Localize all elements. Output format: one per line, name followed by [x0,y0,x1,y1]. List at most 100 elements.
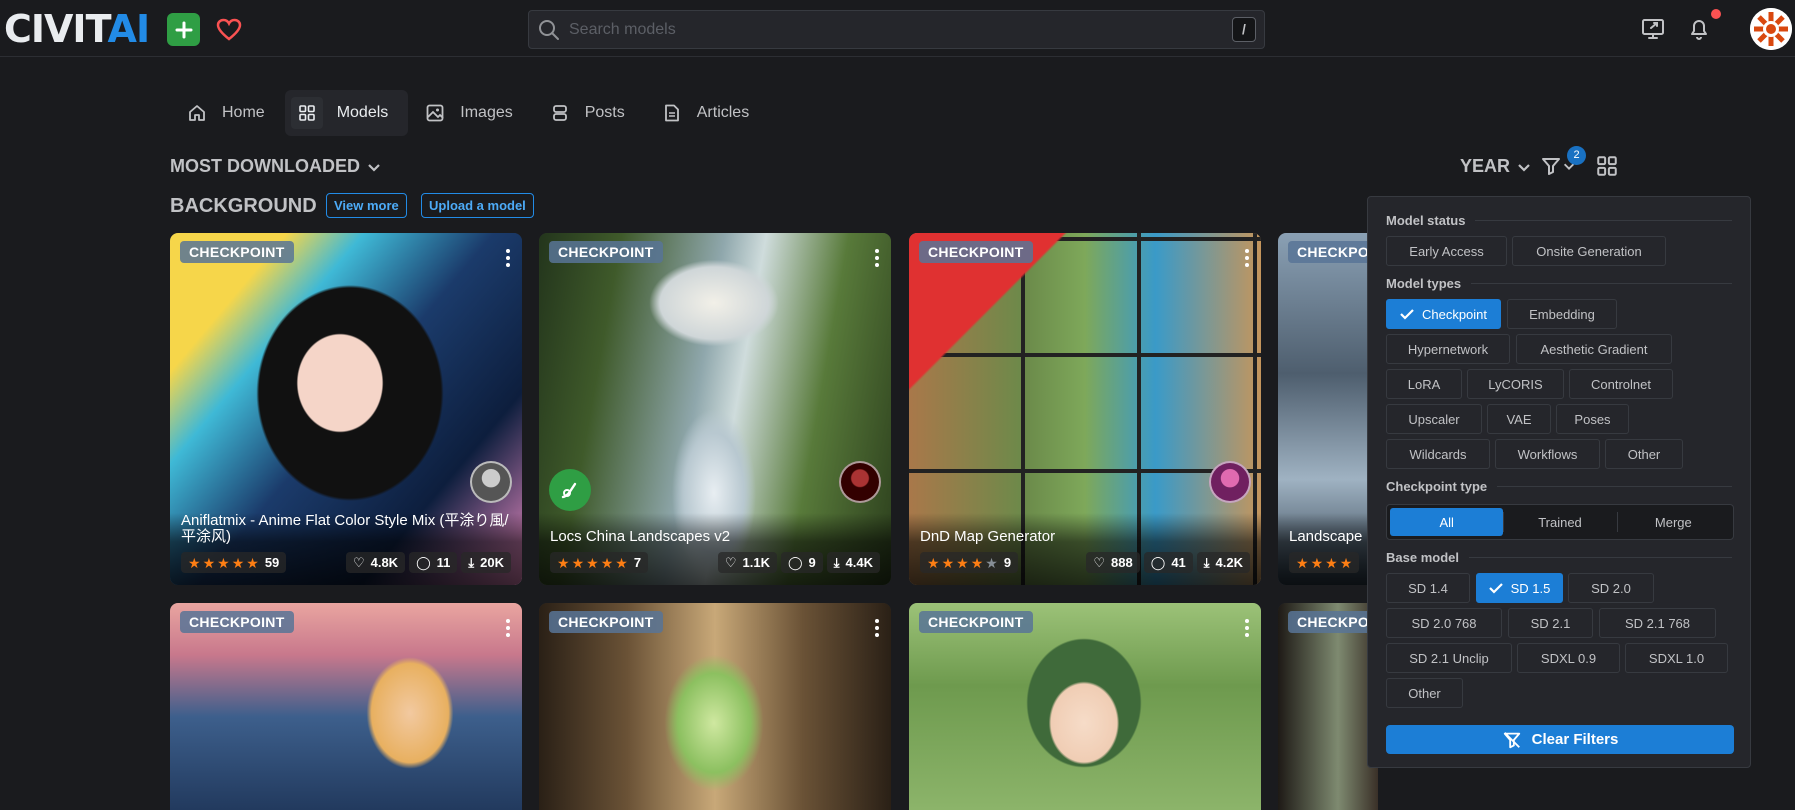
brush-icon [561,482,577,499]
civitai-logo[interactable]: CIVITAI [4,10,150,48]
comment-icon: ◯ [416,554,431,570]
chip-wildcards[interactable]: Wildcards [1386,439,1490,469]
model-title: Landscape [1289,528,1363,545]
filter-count-badge: 2 [1567,146,1586,165]
creator-avatar[interactable] [839,461,881,503]
creator-avatar[interactable] [470,461,512,503]
model-card[interactable]: CHECKPO Landscape ★ ★ ★ ★ [1278,233,1378,585]
chip-sdxl-1-0[interactable]: SDXL 1.0 [1625,643,1728,673]
create-button[interactable] [167,13,200,46]
upload-model-button[interactable]: Upload a model [421,193,534,218]
chip-upscaler[interactable]: Upscaler [1386,404,1482,434]
rating-box: ★ ★ ★ ★ ★ 7 [550,552,649,573]
model-thumbnail [909,603,1261,810]
chip-hypernetwork[interactable]: Hypernetwork [1386,334,1510,364]
chip-sd-2-1[interactable]: SD 2.1 [1508,608,1593,638]
chip-embedding[interactable]: Embedding [1507,299,1617,329]
comments-count: ◯ 41 [1143,552,1193,573]
segment-trained[interactable]: Trained [1503,508,1616,536]
card-footer [909,513,1261,585]
search-input[interactable] [569,11,1209,48]
likes-count: ♡ 4.8K [345,552,406,573]
model-title: Locs China Landscapes v2 [550,528,731,545]
model-type-badge: CHECKPOINT [180,241,294,263]
chip-vae[interactable]: VAE [1487,404,1551,434]
segment-merge[interactable]: Merge [1616,508,1730,536]
model-title: Aniflatmix - Anime Flat Color Style Mix … [181,512,509,545]
model-status-section: Model status [1386,213,1732,228]
view-more-button[interactable]: View more [326,193,407,218]
sort-dropdown[interactable]: MOST DOWNLOADED [170,156,382,177]
model-stats: ★ ★ ★ ★ ★ 59 ♡ 4.8K ◯ 11 ⤓ 20K [181,552,511,573]
chip-controlnet[interactable]: Controlnet [1569,369,1673,399]
period-dropdown[interactable]: YEAR [1460,156,1532,177]
chip-workflows[interactable]: Workflows [1495,439,1600,469]
chip-poses[interactable]: Poses [1556,404,1629,434]
more-options-icon[interactable] [875,249,879,267]
comment-icon: ◯ [787,554,803,570]
tab-models[interactable]: Models [284,90,409,136]
star-rating: ★ ★ ★ ★ ★ [188,554,259,571]
more-options-icon[interactable] [1245,249,1249,267]
chip-sd-2-1-768[interactable]: SD 2.1 768 [1599,608,1716,638]
segment-all[interactable]: All [1390,508,1504,536]
bell-icon [1691,20,1707,40]
rating-box: ★ ★ ★ ★ [1289,552,1360,573]
more-options-icon[interactable] [506,619,510,637]
user-avatar[interactable] [1750,8,1792,50]
model-card[interactable]: CHECKPOINT [909,603,1261,810]
model-card[interactable]: CHECKPOINT [170,603,522,810]
chip-other-type[interactable]: Other [1605,439,1683,469]
model-type-badge: CHECKPO [1288,611,1378,633]
rating-box: ★ ★ ★ ★ ★ 9 [920,552,1019,573]
tab-articles[interactable]: Articles [645,90,769,136]
model-type-badge: CHECKPO [1288,241,1378,263]
chip-sdxl-0-9[interactable]: SDXL 0.9 [1517,643,1620,673]
chip-sd-1-4[interactable]: SD 1.4 [1386,573,1470,603]
plus-icon [175,21,192,38]
chip-other-base[interactable]: Other [1386,678,1463,708]
more-options-icon[interactable] [1245,619,1249,637]
chip-early-access[interactable]: Early Access [1386,236,1507,266]
model-thumbnail [170,603,522,810]
filter-icon [1542,158,1560,175]
support-button[interactable] [212,13,245,46]
chip-lycoris[interactable]: LyCORIS [1467,369,1564,399]
grid-icon [290,97,323,129]
cast-button[interactable] [1638,13,1670,45]
search-bar[interactable]: / [528,10,1265,49]
grid-icon [1597,156,1617,176]
tab-images[interactable]: Images [408,90,532,136]
model-type-badge: CHECKPOINT [549,611,663,633]
notifications-button[interactable] [1683,13,1715,45]
chip-sd-2-0-768[interactable]: SD 2.0 768 [1386,608,1502,638]
model-card[interactable]: CHECKPOINT DnD Map Generator ★ ★ ★ ★ ★ 9 ♡ 88… [909,233,1261,585]
checkpoint-type-section: Checkpoint type [1386,479,1732,494]
layout-toggle-button[interactable] [1597,156,1617,181]
model-card[interactable]: CHECKPOINT Aniflatmix - Anime Flat Color… [170,233,522,585]
chip-sd-2-0[interactable]: SD 2.0 [1568,573,1654,603]
more-options-icon[interactable] [875,619,879,637]
model-card[interactable]: CHECKPOINT [539,603,891,810]
model-thumbnail [539,603,891,810]
chip-sd-1-5[interactable]: SD 1.5 [1476,573,1563,603]
chip-aesthetic-gradient[interactable]: Aesthetic Gradient [1516,334,1672,364]
main-nav: Home Models Images Posts Articles [170,90,769,136]
chip-checkpoint[interactable]: Checkpoint [1386,299,1501,329]
chip-onsite-generation[interactable]: Onsite Generation [1512,236,1666,266]
more-options-icon[interactable] [506,249,510,267]
check-icon [1488,583,1503,594]
chip-sd-2-1-unclip[interactable]: SD 2.1 Unclip [1386,643,1512,673]
base-model-section: Base model [1386,550,1732,565]
model-card[interactable]: CHECKPO [1278,603,1378,810]
tab-home[interactable]: Home [170,90,285,136]
notification-dot [1711,9,1721,19]
tab-posts[interactable]: Posts [533,90,645,136]
model-stats: ★ ★ ★ ★ [1289,552,1367,573]
check-icon [1400,309,1414,320]
filter-dropdown: Model status Early Access Onsite Generat… [1367,196,1751,768]
model-card[interactable]: CHECKPOINT Locs China Landscapes v2 ★ ★ ★ ★… [539,233,891,585]
clear-filters-button[interactable]: Clear Filters [1386,725,1734,754]
creator-avatar[interactable] [1209,461,1251,503]
chip-lora[interactable]: LoRA [1386,369,1462,399]
